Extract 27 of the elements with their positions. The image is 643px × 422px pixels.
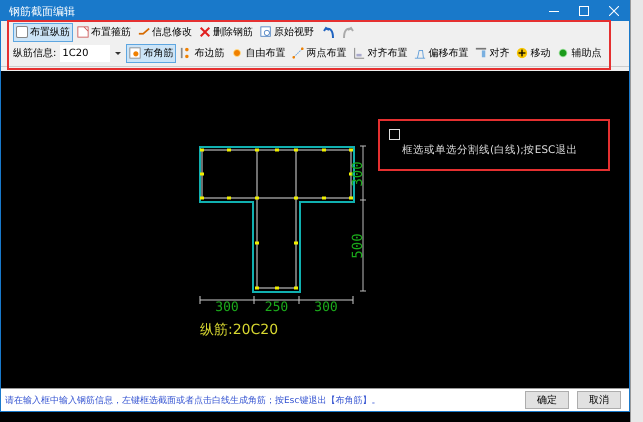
toolbar-button[interactable]: 对齐	[472, 44, 512, 62]
toolbar-button[interactable]: 布置箍筋	[74, 22, 134, 42]
toolbar-button[interactable]: 布角筋	[126, 44, 176, 62]
dialog-button[interactable]: 取消	[577, 391, 621, 409]
toolbar-button[interactable]: 删除钢筋	[196, 22, 256, 42]
window-title: 钢筋截面编辑	[9, 4, 75, 18]
dialog-button[interactable]: 确定	[525, 391, 569, 409]
toolbar-button[interactable]: 自由布置	[228, 44, 288, 62]
dimension-label: 300	[350, 161, 366, 187]
toolbar-button[interactable]: 原始视野	[257, 22, 317, 42]
toolbar-button[interactable]: 布边筋	[177, 44, 228, 62]
toolbar-button[interactable]: 移动	[513, 44, 554, 62]
toolbar-button[interactable]: 对齐布置	[350, 44, 410, 62]
toolbar-button[interactable]: 辅助点	[554, 44, 604, 62]
toolbar-button[interactable]: 两点布置	[289, 44, 350, 62]
rebar-label: 纵筋:20C20	[200, 322, 278, 338]
rebar-info-label: 纵筋信息:	[13, 46, 56, 60]
dimension-label: 300	[215, 300, 239, 315]
prompt-text: 框选或单选分割线(白线);按ESC退出	[402, 143, 578, 157]
toolbar-button[interactable]: 信息修改	[135, 22, 195, 42]
toolbar-button[interactable]: 偏移布置	[411, 44, 472, 62]
toolbar-button[interactable]: 布置纵筋	[13, 22, 73, 42]
dimension-label: 250	[264, 300, 288, 315]
status-message: 请在输入框中输入钢筋信息，左键框选截面或者点击白线生成角筋；按Esc键退出【布角筋】。	[5, 394, 380, 406]
dimension-label: 500	[350, 233, 366, 259]
dimension-label: 300	[314, 300, 338, 315]
rebar-info-field[interactable]: 1C20	[60, 44, 110, 62]
